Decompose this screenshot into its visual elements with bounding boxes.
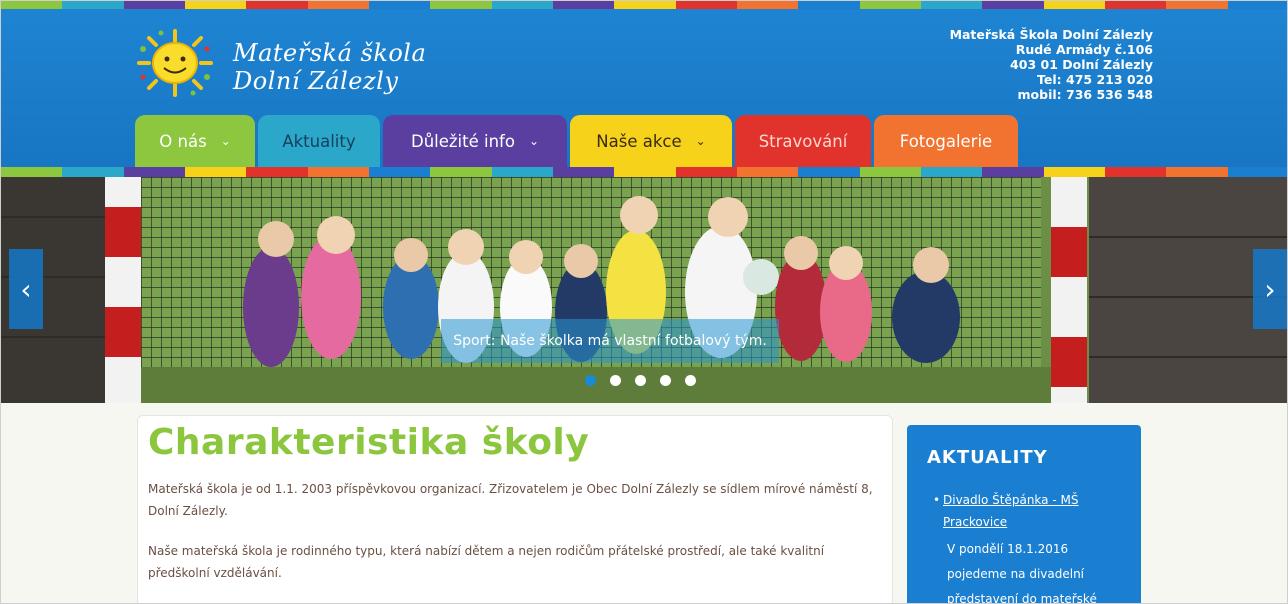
slider-dot[interactable] <box>635 375 646 386</box>
stripe-segment <box>614 167 676 177</box>
intro-paragraph-1: Mateřská škola je od 1.1. 2003 příspěvko… <box>148 482 873 518</box>
slider-dot[interactable] <box>610 375 621 386</box>
intro-paragraph-2: Naše mateřská škola je rodinného typu, k… <box>148 544 825 580</box>
nav-tab-label: O nás <box>159 131 207 151</box>
nav-tab-label: Naše akce <box>596 131 682 151</box>
stripe-segment <box>614 1 676 9</box>
chevron-down-icon: ⌄ <box>220 134 231 148</box>
stripe-segment <box>675 167 737 177</box>
slide-photo <box>1 177 1287 403</box>
nav-tab-5[interactable]: Stravování <box>735 115 871 167</box>
brand-line-2: Dolní Zálezly <box>233 67 399 95</box>
slider-dot[interactable] <box>585 375 596 386</box>
stripe-segment <box>123 1 185 9</box>
chevron-down-icon: ⌄ <box>528 134 540 148</box>
stripe-segment <box>1227 167 1287 177</box>
hero-slider <box>1 177 1287 403</box>
contact-city: 403 01 Dolní Zálezly <box>1010 57 1153 72</box>
top-color-stripe <box>1 1 1287 9</box>
slide-caption: Sport: Naše školka má vlastní fotbalový … <box>441 319 779 363</box>
stripe-segment <box>736 167 799 177</box>
sidebar-title: AKTUALITY <box>927 447 1048 468</box>
news-item-text: V pondělí 18.1.2016 pojedeme na divadeln… <box>947 542 1097 604</box>
contact-phone: Tel: 475 213 020 <box>1037 72 1153 87</box>
stripe-segment <box>368 1 431 9</box>
nav-tab-4[interactable]: Naše akce ⌄ <box>570 115 732 167</box>
stripe-segment <box>859 1 921 9</box>
nav-tab-3[interactable]: Důležité info ⌄ <box>383 115 567 167</box>
stripe-segment <box>920 167 983 177</box>
chevron-left-icon: ‹ <box>20 272 32 306</box>
stripe-segment <box>491 1 553 9</box>
nav-tab-2[interactable]: Aktuality <box>258 115 380 167</box>
stripe-segment <box>675 1 737 9</box>
brand-line-1: Mateřská škola <box>233 39 427 67</box>
stripe-segment <box>123 167 185 177</box>
stripe-segment <box>920 1 983 9</box>
slider-pagination <box>585 375 696 386</box>
contact-street: Rudé Armády č.106 <box>1015 42 1153 57</box>
stripe-segment <box>552 167 615 177</box>
site-brand-name[interactable]: Mateřská škola Dolní Zálezly <box>233 39 426 95</box>
main-navigation: O nás ⌄ Aktuality Důležité info ⌄ Naše akce ⌄ S… <box>135 115 1021 167</box>
stripe-segment <box>736 1 799 9</box>
stripe-segment <box>184 167 247 177</box>
stripe-segment <box>798 1 860 9</box>
browser-page: Mateřská škola Dolní Zálezly Mateřská Šk… <box>0 0 1288 604</box>
stripe-segment <box>1166 167 1228 177</box>
slider-dot[interactable] <box>660 375 671 386</box>
slider-prev-button[interactable]: ‹ <box>9 249 43 329</box>
news-sidebar: AKTUALITY • Divadlo Štěpánka - MŠ Pracko… <box>907 425 1141 604</box>
stripe-segment <box>1043 167 1105 177</box>
nav-tab-label: Fotogalerie <box>899 131 993 151</box>
contact-info: Mateřská Škola Dolní Zálezly Rudé Armády… <box>950 27 1153 102</box>
stripe-segment <box>859 167 921 177</box>
hero-color-stripe <box>1 167 1287 177</box>
news-item-link[interactable]: Divadlo Štěpánka - MŠ Prackovice <box>943 489 1113 533</box>
contact-name: Mateřská Škola Dolní Zálezly <box>949 27 1153 42</box>
stripe-segment <box>1104 167 1167 177</box>
nav-tab-label: Stravování <box>758 131 848 151</box>
stripe-segment <box>430 1 492 9</box>
stripe-segment <box>62 167 124 177</box>
nav-tab-label: Důležité info <box>410 131 515 151</box>
slider-next-button[interactable]: › <box>1253 249 1287 329</box>
stripe-segment <box>491 167 553 177</box>
bullet-icon: • <box>933 493 941 507</box>
stripe-segment <box>1 167 63 177</box>
stripe-segment <box>982 1 1044 9</box>
stripe-segment <box>246 167 308 177</box>
sun-logo-icon[interactable] <box>135 29 215 97</box>
chevron-down-icon: ⌄ <box>695 134 706 148</box>
main-content: Charakteristika školy Mateřská škola je … <box>137 415 893 603</box>
stripe-segment <box>798 167 860 177</box>
stripe-segment <box>552 1 615 9</box>
stripe-segment <box>1043 1 1105 9</box>
stripe-segment <box>246 1 308 9</box>
stripe-segment <box>430 167 492 177</box>
stripe-segment <box>307 167 369 177</box>
stripe-segment <box>1227 1 1287 9</box>
stripe-segment <box>1166 1 1228 9</box>
nav-tab-1[interactable]: O nás ⌄ <box>135 115 255 167</box>
stripe-segment <box>1104 1 1167 9</box>
stripe-segment <box>184 1 247 9</box>
stripe-segment <box>368 167 431 177</box>
nav-tab-6[interactable]: Fotogalerie <box>874 115 1018 167</box>
stripe-segment <box>1 1 63 9</box>
stripe-segment <box>982 167 1044 177</box>
chevron-right-icon: › <box>1264 272 1276 306</box>
nav-tab-label: Aktuality <box>282 131 356 151</box>
page-title: Charakteristika školy <box>148 422 590 463</box>
contact-mobile: mobil: 736 536 548 <box>1017 87 1153 102</box>
stripe-segment <box>62 1 124 9</box>
stripe-segment <box>307 1 369 9</box>
slider-dot[interactable] <box>685 375 696 386</box>
